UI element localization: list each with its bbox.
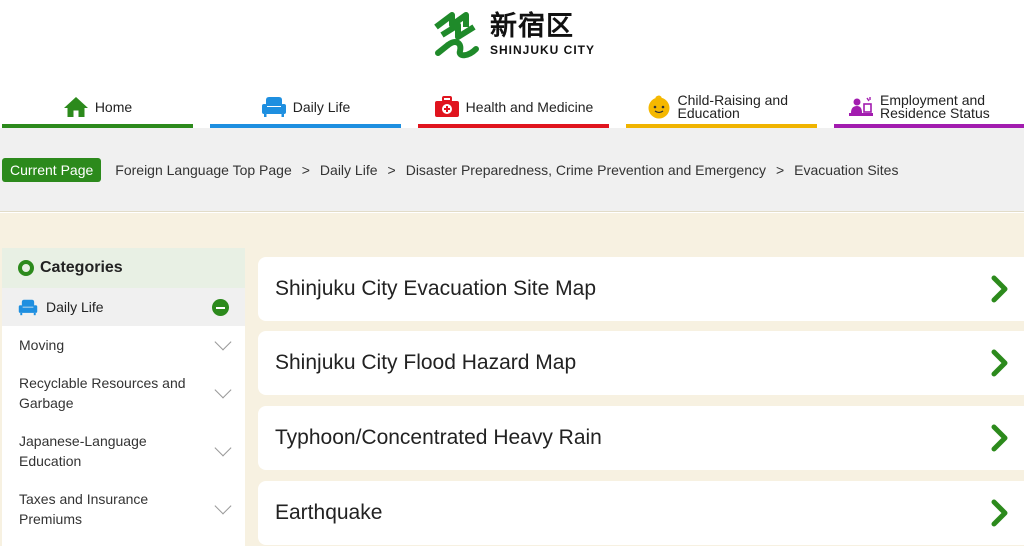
- chevron-down-icon: [214, 439, 232, 457]
- chevron-right-icon: [991, 499, 1008, 527]
- nav-child-raising-label: Child-Raising and Education: [677, 92, 789, 121]
- categories-heading: Categories: [2, 248, 245, 288]
- card-title: Shinjuku City Evacuation Site Map: [275, 277, 596, 300]
- breadcrumb-separator: >: [387, 161, 396, 178]
- first-aid-kit-icon: [434, 95, 460, 119]
- logo-kanji: 新宿区: [490, 11, 574, 42]
- nav-child-raising[interactable]: Child-Raising and Education: [626, 86, 817, 128]
- sofa-icon: [261, 95, 287, 119]
- categories-sidebar: Categories Daily Life Moving Recyclable …: [2, 248, 245, 546]
- card-flood-hazard-map[interactable]: Shinjuku City Flood Hazard Map: [258, 331, 1024, 395]
- nav-health-medicine[interactable]: Health and Medicine: [418, 86, 609, 128]
- breadcrumb-separator: >: [775, 161, 785, 178]
- card-title: Typhoon/Concentrated Heavy Rain: [275, 426, 602, 449]
- breadcrumb-foreign-top[interactable]: Foreign Language Top Page: [115, 162, 291, 178]
- sidebar-item-japanese-education[interactable]: Japanese-Language Education: [2, 422, 245, 480]
- sidebar-item-label: Japanese-Language Education: [19, 433, 147, 469]
- sidebar-item-label: Taxes and Insurance Premiums: [19, 491, 149, 527]
- chevron-down-icon: [214, 381, 232, 399]
- logo-subtitle: SHINJUKU CITY: [490, 43, 596, 57]
- card-earthquake[interactable]: Earthquake: [258, 481, 1024, 545]
- nav-daily-life[interactable]: Daily Life: [210, 86, 401, 128]
- breadcrumb-disaster-preparedness[interactable]: Disaster Preparedness, Crime Prevention …: [406, 162, 766, 178]
- breadcrumb-separator: >: [301, 161, 310, 178]
- chevron-down-icon: [214, 497, 232, 515]
- categories-title: Categories: [40, 259, 123, 276]
- current-page-badge: Current Page: [2, 157, 102, 182]
- baby-face-icon: [646, 95, 672, 119]
- sidebar-category-daily-life[interactable]: Daily Life: [2, 288, 245, 326]
- worker-desk-icon: [848, 95, 874, 119]
- nav-employment-residence[interactable]: Employment and Residence Status: [834, 86, 1024, 128]
- chevron-right-icon: [991, 349, 1008, 377]
- site-logo[interactable]: 新宿区 SHINJUKU CITY: [432, 8, 602, 62]
- main-content: Categories Daily Life Moving Recyclable …: [0, 213, 1024, 546]
- breadcrumb: Current Page Foreign Language Top Page >…: [0, 128, 1024, 212]
- card-title: Shinjuku City Flood Hazard Map: [275, 351, 577, 374]
- chevron-right-icon: [991, 275, 1008, 303]
- sidebar-category-label: Daily Life: [46, 299, 104, 315]
- sidebar-item-moving[interactable]: Moving: [2, 326, 245, 364]
- sidebar-item-label: Recyclable Resources and Garbage: [19, 375, 186, 411]
- sofa-icon: [18, 299, 38, 316]
- nav-home[interactable]: Home: [2, 86, 193, 128]
- nav-health-medicine-label: Health and Medicine: [465, 98, 594, 115]
- chevron-down-icon: [214, 333, 232, 351]
- card-typhoon-heavy-rain[interactable]: Typhoon/Concentrated Heavy Rain: [258, 406, 1024, 470]
- main-navigation: Home Daily Life Health and Medicine Chil…: [0, 86, 1024, 128]
- circle-bullet-icon: [18, 260, 34, 276]
- breadcrumb-daily-life[interactable]: Daily Life: [320, 162, 378, 178]
- nav-home-label: Home: [94, 98, 133, 115]
- sidebar-item-taxes-insurance[interactable]: Taxes and Insurance Premiums: [2, 480, 245, 538]
- card-title: Earthquake: [275, 501, 383, 524]
- nav-employment-residence-label: Employment and Residence Status: [880, 92, 990, 121]
- house-icon: [63, 95, 89, 119]
- chevron-right-icon: [991, 424, 1008, 452]
- nav-daily-life-label: Daily Life: [292, 98, 351, 115]
- breadcrumb-current: Evacuation Sites: [794, 161, 899, 178]
- shinjuku-emblem-icon: [434, 12, 479, 59]
- collapse-minus-icon[interactable]: [212, 299, 229, 316]
- card-evacuation-site-map[interactable]: Shinjuku City Evacuation Site Map: [258, 257, 1024, 321]
- sidebar-item-recyclable[interactable]: Recyclable Resources and Garbage: [2, 364, 245, 422]
- sidebar-item-label: Moving: [19, 337, 65, 353]
